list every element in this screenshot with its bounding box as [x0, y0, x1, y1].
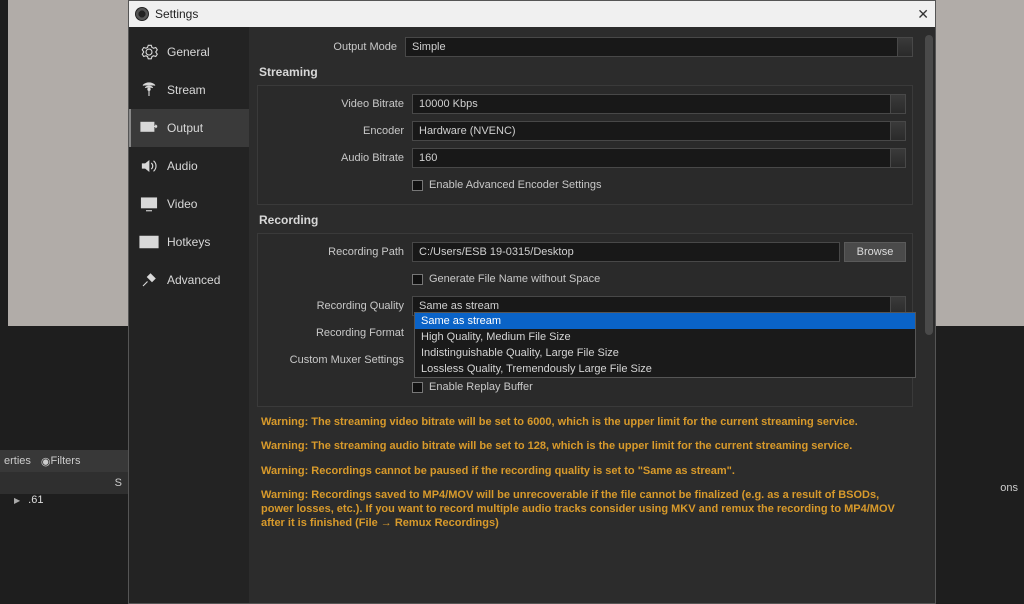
warning-text: Warning: Recordings saved to MP4/MOV wil… [261, 488, 909, 531]
warning-text: Warning: Recordings cannot be paused if … [261, 464, 909, 478]
sidebar-item-label: Video [167, 197, 197, 211]
recording-panel: Recording Path C:/Users/ESB 19-0315/Desk… [257, 233, 913, 407]
dropdown-option-lossless[interactable]: Lossless Quality, Tremendously Large Fil… [415, 361, 915, 377]
audio-bitrate-select[interactable]: 160 [412, 148, 906, 168]
monitor-icon [139, 195, 159, 213]
sidebar-item-hotkeys[interactable]: Hotkeys [129, 223, 249, 261]
sidebar-item-label: Stream [167, 83, 206, 97]
custom-muxer-label: Custom Muxer Settings [264, 354, 412, 366]
filters-tab[interactable]: ◉ Filters [41, 455, 91, 468]
sidebar-item-label: Hotkeys [167, 235, 210, 249]
enable-advanced-encoder-label: Enable Advanced Encoder Settings [429, 179, 601, 191]
enable-advanced-encoder-checkbox[interactable]: Enable Advanced Encoder Settings [412, 179, 601, 191]
dropdown-option-indistinguishable[interactable]: Indistinguishable Quality, Large File Si… [415, 345, 915, 361]
recording-section-title: Recording [259, 213, 913, 227]
audio-bitrate-label: Audio Bitrate [264, 152, 412, 164]
browse-button[interactable]: Browse [844, 242, 906, 262]
video-bitrate-label: Video Bitrate [264, 98, 412, 110]
backdrop-tabs: erties ◉ Filters [0, 450, 130, 472]
checkbox-icon [412, 274, 423, 285]
enable-replay-buffer-label: Enable Replay Buffer [429, 381, 533, 393]
properties-tab-fragment[interactable]: erties [4, 455, 31, 467]
checkbox-icon [412, 382, 423, 393]
backdrop-right-fragment: ons [1000, 482, 1018, 494]
backdrop-column-header: S [0, 472, 130, 494]
sidebar-item-label: Advanced [167, 273, 220, 287]
warning-text: Warning: The streaming video bitrate wil… [261, 415, 909, 429]
output-mode-select[interactable]: Simple [405, 37, 913, 57]
scene-item-61[interactable]: .61 [14, 494, 43, 506]
tools-icon [139, 271, 159, 289]
sidebar-item-audio[interactable]: Audio [129, 147, 249, 185]
sidebar-item-output[interactable]: Output [129, 109, 249, 147]
recording-path-label: Recording Path [264, 246, 412, 258]
recording-quality-dropdown[interactable]: Same as stream High Quality, Medium File… [414, 312, 916, 378]
streaming-panel: Video Bitrate 10000 Kbps Encoder Hardwar… [257, 85, 913, 205]
sidebar-item-video[interactable]: Video [129, 185, 249, 223]
sidebar-item-stream[interactable]: Stream [129, 71, 249, 109]
sidebar-item-label: Audio [167, 159, 198, 173]
sidebar-item-general[interactable]: General [129, 33, 249, 71]
settings-sidebar: General Stream Output Audio Video Hotkey… [129, 27, 249, 603]
gear-icon [139, 43, 159, 61]
keyboard-icon [139, 233, 159, 251]
sidebar-item-label: General [167, 45, 210, 59]
checkbox-icon [412, 180, 423, 191]
obs-icon [135, 7, 149, 21]
settings-content: Output Mode Simple Streaming Video Bitra… [249, 27, 935, 603]
streaming-section-title: Streaming [259, 65, 913, 79]
warning-text: Warning: The streaming audio bitrate wil… [261, 439, 909, 453]
video-bitrate-input[interactable]: 10000 Kbps [412, 94, 906, 114]
dialog-title: Settings [155, 7, 198, 21]
titlebar: Settings ✕ [129, 1, 935, 27]
sidebar-item-advanced[interactable]: Advanced [129, 261, 249, 299]
recording-quality-label: Recording Quality [264, 300, 412, 312]
dropdown-option-same-as-stream[interactable]: Same as stream [415, 313, 915, 329]
sidebar-item-label: Output [167, 121, 203, 135]
warnings-block: Warning: The streaming video bitrate wil… [257, 415, 913, 531]
vertical-scrollbar[interactable] [925, 35, 933, 335]
settings-dialog: Settings ✕ General Stream Output Audio [128, 0, 936, 604]
encoder-label: Encoder [264, 125, 412, 137]
output-mode-label: Output Mode [257, 41, 405, 53]
recording-format-label: Recording Format [264, 327, 412, 339]
speaker-icon [139, 157, 159, 175]
antenna-icon [139, 81, 159, 99]
generate-filename-no-space-label: Generate File Name without Space [429, 273, 600, 285]
enable-replay-buffer-checkbox[interactable]: Enable Replay Buffer [412, 381, 533, 393]
generate-filename-no-space-checkbox[interactable]: Generate File Name without Space [412, 273, 600, 285]
close-icon[interactable]: ✕ [917, 6, 929, 23]
recording-path-input[interactable]: C:/Users/ESB 19-0315/Desktop [412, 242, 840, 262]
encoder-select[interactable]: Hardware (NVENC) [412, 121, 906, 141]
monitor-arrow-icon [139, 119, 159, 137]
dropdown-option-high-quality[interactable]: High Quality, Medium File Size [415, 329, 915, 345]
